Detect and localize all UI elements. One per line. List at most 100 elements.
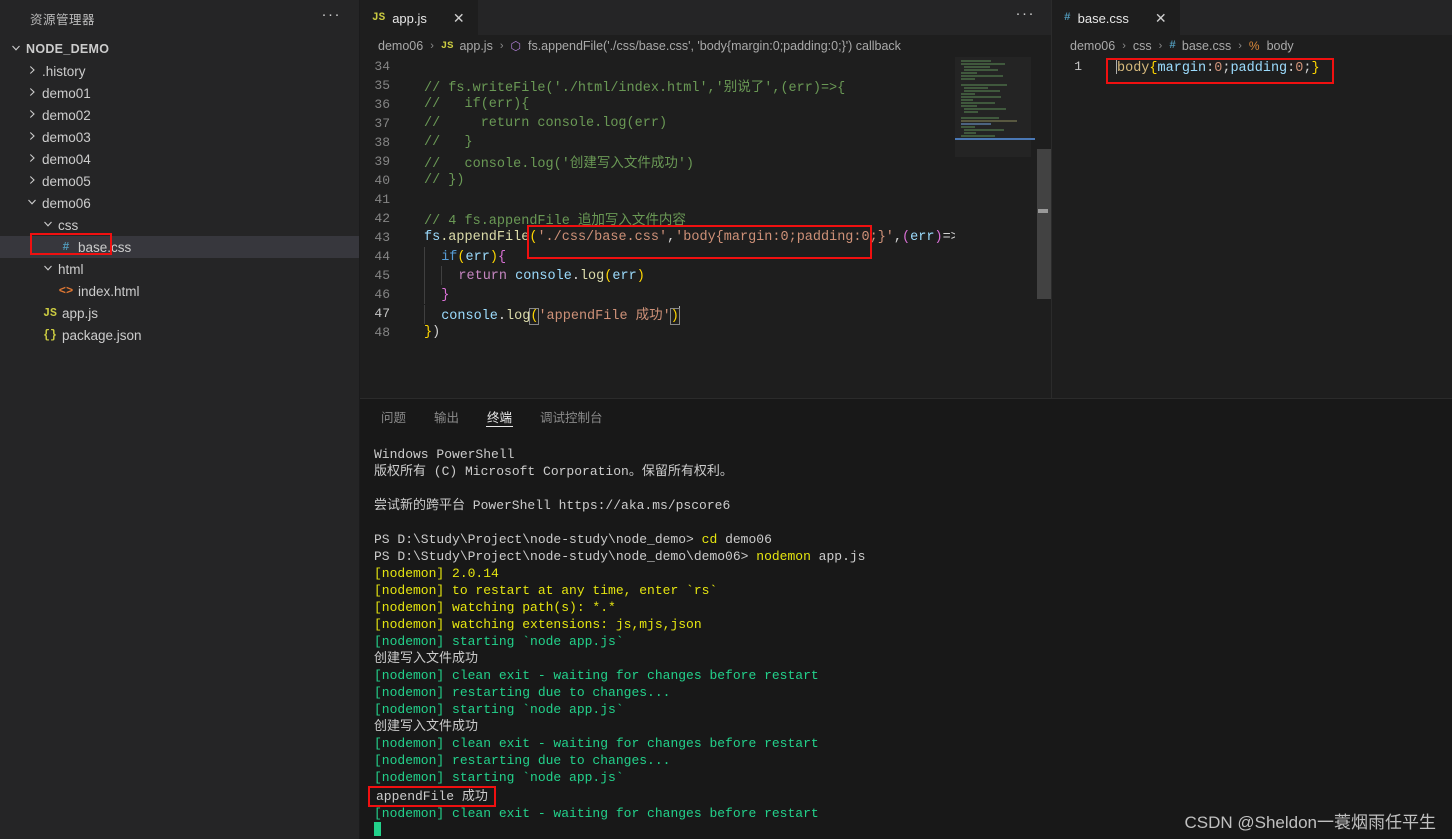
sidebar-item-demo02[interactable]: demo02 [0, 104, 359, 126]
symbol-icon: ⬡ [510, 39, 521, 53]
line-number: 1 [1074, 59, 1082, 74]
code-line: 45 return console.log(err) [360, 266, 1051, 285]
sidebar-item-label: html [58, 261, 84, 277]
sidebar-item-demo05[interactable]: demo05 [0, 170, 359, 192]
line-number: 46 [374, 287, 390, 302]
chevron-right-icon [24, 153, 40, 163]
line-content: // }) [424, 173, 465, 188]
line-number: 42 [374, 211, 390, 226]
panel-tabbar: 问题 输出 终端 调试控制台 [360, 399, 1452, 434]
line-content: if(err){ [408, 247, 506, 266]
breadcrumb-symbol[interactable]: body [1267, 39, 1294, 53]
code-line: 40 // }) [360, 171, 1051, 190]
editor-vertical-scrollbar[interactable] [1037, 57, 1051, 398]
code-line: 46 } [360, 285, 1051, 304]
close-icon[interactable]: ✕ [1152, 9, 1170, 27]
breadcrumb-separator: › [1122, 40, 1126, 52]
breadcrumb-subfolder[interactable]: css [1133, 39, 1152, 53]
chevron-right-icon [24, 131, 40, 141]
scrollbar-thumb[interactable] [1037, 149, 1051, 299]
line-content: // return console.log(err) [424, 116, 668, 131]
terminal-line: 尝试新的跨平台 PowerShell https://aka.ms/pscore… [374, 498, 731, 513]
code-line: 38 // } [360, 133, 1051, 152]
terminal-line: [nodemon] watching extensions: js,mjs,js… [374, 617, 702, 632]
line-content: body{margin:0;padding:0;} [1100, 57, 1320, 76]
editor-groups: JS app.js ✕ ··· demo06 › JS app.js › ⬡ f… [360, 0, 1452, 398]
html-file-icon: <> [58, 284, 74, 298]
tab-app-js[interactable]: JS app.js ✕ [360, 0, 478, 35]
line-content: // console.log('创建写入文件成功') [424, 157, 695, 172]
sidebar-item-demo06[interactable]: demo06 [0, 192, 359, 214]
code-lines: 34 35 // fs.writeFile('./html/index.html… [360, 57, 1051, 342]
sidebar-item-demo04[interactable]: demo04 [0, 148, 359, 170]
sidebar-item-label: base.css [78, 239, 132, 255]
chevron-down-icon [40, 219, 56, 229]
sidebar-item-label: demo02 [42, 107, 91, 123]
line-number: 34 [374, 59, 390, 74]
line-number: 38 [374, 135, 390, 150]
terminal-output[interactable]: Windows PowerShell 版权所有 (C) Microsoft Cor… [360, 434, 1452, 839]
line-number: 37 [374, 116, 390, 131]
tabbar-side: # base.css ✕ [1052, 0, 1452, 35]
sidebar-item-label: app.js [62, 305, 99, 321]
terminal-line: 创建写入文件成功 [374, 651, 479, 666]
chevron-right-icon [24, 175, 40, 185]
sidebar-item-app-js[interactable]: JS app.js [0, 302, 359, 324]
code-editor-app-js[interactable]: 34 35 // fs.writeFile('./html/index.html… [360, 57, 1051, 398]
bottom-panel: 问题 输出 终端 调试控制台 Windows PowerShell 版权所有 (C… [360, 398, 1452, 839]
css-file-icon: # [1169, 40, 1176, 52]
breadcrumb-file[interactable]: app.js [459, 39, 492, 53]
chevron-right-icon [24, 65, 40, 75]
breadcrumb-symbol[interactable]: fs.appendFile('./css/base.css', 'body{ma… [528, 39, 901, 53]
sidebar-item-history[interactable]: .history [0, 60, 359, 82]
breadcrumb-file[interactable]: base.css [1182, 39, 1231, 53]
breadcrumb-folder[interactable]: demo06 [378, 39, 423, 53]
line-number: 45 [374, 268, 390, 283]
tab-output[interactable]: 输出 [431, 399, 462, 434]
line-content: return console.log(err) [408, 266, 645, 285]
sidebar-item-label: demo04 [42, 151, 91, 167]
sidebar-item-base-css[interactable]: # base.css [0, 236, 359, 258]
explorer-more-icon[interactable]: ··· [322, 7, 342, 25]
sidebar-item-index-html[interactable]: <> index.html [0, 280, 359, 302]
line-number: 44 [374, 249, 390, 264]
code-editor-base-css[interactable]: 1 body{margin:0;padding:0;} [1052, 57, 1452, 398]
tab-terminal[interactable]: 终端 [484, 399, 515, 434]
terminal-line: Windows PowerShell [374, 447, 515, 462]
tree-root-node-demo[interactable]: NODE_DEMO [0, 38, 359, 60]
sidebar-item-demo03[interactable]: demo03 [0, 126, 359, 148]
sidebar-item-css[interactable]: css [0, 214, 359, 236]
chevron-down-icon [8, 43, 24, 53]
breadcrumb-separator: › [1158, 40, 1163, 52]
workbench-right: JS app.js ✕ ··· demo06 › JS app.js › ⬡ f… [360, 0, 1452, 839]
tab-base-css[interactable]: # base.css ✕ [1052, 0, 1180, 35]
terminal-line-highlighted: appendFile 成功 [368, 786, 496, 807]
sidebar-item-demo01[interactable]: demo01 [0, 82, 359, 104]
explorer-header: 资源管理器 ··· [0, 0, 359, 36]
breadcrumb-main: demo06 › JS app.js › ⬡ fs.appendFile('./… [360, 35, 1051, 57]
code-line: 35 // fs.writeFile('./html/index.html','… [360, 76, 1051, 96]
terminal-line: [nodemon] starting `node app.js` [374, 702, 624, 717]
terminal-line: [nodemon] restarting due to changes... [374, 685, 671, 700]
chevron-right-icon [24, 87, 40, 97]
chevron-down-icon [40, 263, 56, 273]
terminal-line: [nodemon] restarting due to changes... [374, 753, 671, 768]
tab-debug-console[interactable]: 调试控制台 [537, 399, 606, 434]
close-icon[interactable]: ✕ [450, 9, 468, 27]
line-content: // 4 fs.appendFile 追加写入文件内容 [424, 214, 686, 229]
sidebar-item-html[interactable]: html [0, 258, 359, 280]
chevron-right-icon [24, 109, 40, 119]
line-content: }) [424, 325, 441, 340]
code-line: 44 if(err){ [360, 247, 1051, 266]
sidebar-item-package-json[interactable]: {} package.json [0, 324, 359, 346]
terminal-line: 版权所有 (C) Microsoft Corporation。保留所有权利。 [374, 464, 733, 479]
breadcrumb-folder[interactable]: demo06 [1070, 39, 1115, 53]
sidebar-item-label: demo03 [42, 129, 91, 145]
tab-problems[interactable]: 问题 [378, 399, 409, 434]
js-file-icon: JS [372, 12, 386, 24]
editor-actions-more-icon[interactable]: ··· [1000, 0, 1052, 35]
terminal-line: PS D:\Study\Project\node-study\node_demo… [374, 532, 772, 547]
line-number: 43 [374, 230, 390, 245]
line-number: 47 [374, 306, 390, 321]
